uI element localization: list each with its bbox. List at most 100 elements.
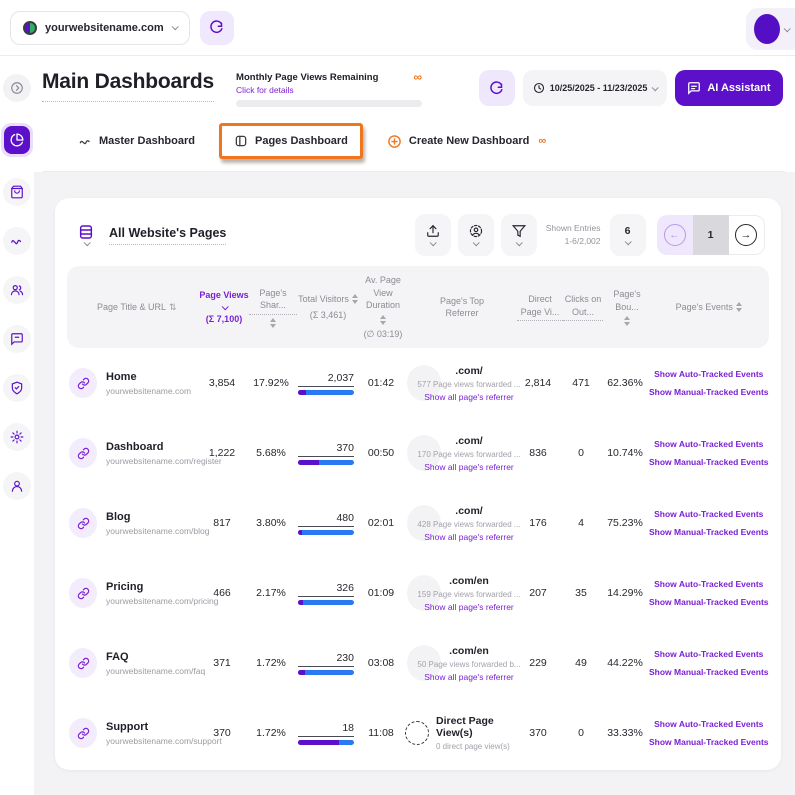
- ai-assistant-button[interactable]: AI Assistant: [675, 70, 783, 106]
- col-page-share[interactable]: Page's Shar...: [249, 287, 297, 328]
- quota-details-link[interactable]: Click for details: [236, 85, 422, 95]
- filter-button[interactable]: [500, 214, 537, 256]
- tab-create-new-dashboard[interactable]: Create New Dashboard ∞: [387, 134, 546, 149]
- export-button[interactable]: [414, 214, 451, 256]
- sidebar-item-settings[interactable]: [3, 423, 31, 451]
- show-manual-tracked-events-link[interactable]: Show Manual-Tracked Events: [649, 387, 769, 397]
- visit-website-button[interactable]: [199, 10, 234, 45]
- page-views-value: 371: [213, 657, 231, 670]
- show-auto-tracked-events-link[interactable]: Show Auto-Tracked Events: [654, 649, 763, 659]
- page-size-selector[interactable]: 6: [609, 214, 646, 256]
- swoosh-icon: [78, 134, 92, 148]
- total-visitors-cell: 370: [295, 442, 357, 465]
- show-manual-tracked-events-link[interactable]: Show Manual-Tracked Events: [649, 457, 769, 467]
- sidebar-item-dashboards[interactable]: [1, 123, 33, 157]
- sidebar-item-store[interactable]: [3, 178, 31, 206]
- visitors-bar: [298, 739, 354, 745]
- show-auto-tracked-events-link[interactable]: Show Auto-Tracked Events: [654, 719, 763, 729]
- show-auto-tracked-events-link[interactable]: Show Auto-Tracked Events: [654, 369, 763, 379]
- col-bounce[interactable]: Page's Bou...: [603, 288, 651, 327]
- show-auto-tracked-events-link[interactable]: Show Auto-Tracked Events: [654, 509, 763, 519]
- page-title: FAQ: [106, 650, 129, 663]
- visitors-bar: [298, 529, 354, 535]
- page-events-cell: Show Auto-Tracked Events Show Manual-Tra…: [649, 369, 769, 397]
- show-manual-tracked-events-link[interactable]: Show Manual-Tracked Events: [649, 667, 769, 677]
- col-outbound-clicks[interactable]: Clicks on Out...: [563, 293, 603, 322]
- next-page-button[interactable]: →: [728, 215, 765, 255]
- referrer-note: 577 Page views forwarded ...: [417, 379, 521, 389]
- shown-entries: Shown Entries 1-6/2,002: [546, 222, 601, 248]
- sort-columns-icon: ⇅: [169, 301, 176, 312]
- col-page-title[interactable]: Page Title & URL ⇅: [69, 301, 199, 314]
- refresh-button[interactable]: [478, 70, 515, 106]
- referrer-name: Direct Page View(s): [436, 715, 494, 740]
- referrer-name: .com/en: [449, 644, 489, 657]
- page-link-icon[interactable]: [69, 718, 97, 749]
- tab-label: Master Dashboard: [99, 135, 195, 147]
- col-avg-duration[interactable]: Av. Page View Duration (∅ 03:19): [359, 274, 407, 340]
- page-share-value: 1.72%: [256, 727, 286, 740]
- website-selector[interactable]: yourwebsitename.com: [10, 10, 190, 45]
- show-manual-tracked-events-link[interactable]: Show Manual-Tracked Events: [649, 527, 769, 537]
- account-menu[interactable]: [746, 8, 795, 50]
- visitors-bar: [298, 389, 354, 395]
- show-auto-tracked-events-link[interactable]: Show Auto-Tracked Events: [654, 439, 763, 449]
- audience-icon: [469, 224, 482, 238]
- tab-master-dashboard[interactable]: Master Dashboard: [78, 134, 195, 148]
- sidebar-item-traffic[interactable]: [3, 227, 31, 255]
- segments-button[interactable]: [457, 214, 494, 256]
- total-visitors-cell: 230: [295, 652, 357, 675]
- show-all-referrers-link[interactable]: Show all page's referrer: [417, 462, 520, 472]
- show-auto-tracked-events-link[interactable]: Show Auto-Tracked Events: [654, 579, 763, 589]
- show-all-referrers-link[interactable]: Show all page's referrer: [417, 532, 520, 542]
- bounce-rate-value: 62.36%: [607, 377, 643, 390]
- page-link-icon[interactable]: [69, 508, 97, 539]
- show-manual-tracked-events-link[interactable]: Show Manual-Tracked Events: [649, 597, 769, 607]
- col-direct-views[interactable]: Direct Page Vi...: [517, 293, 563, 322]
- table-row: Support yourwebsitename.com/support 370 …: [67, 698, 769, 768]
- total-visitors-cell: 18: [295, 722, 357, 745]
- sidebar-item-privacy[interactable]: [3, 374, 31, 402]
- page-link-icon[interactable]: [69, 648, 97, 679]
- main-content: Main Dashboards Monthly Page Views Remai…: [34, 56, 795, 795]
- table-type-selector[interactable]: [71, 224, 101, 247]
- collapse-sidebar-button[interactable]: [3, 74, 31, 102]
- page-url: yourwebsitename.com/faq: [106, 665, 206, 676]
- sidebar-item-account[interactable]: [3, 472, 31, 500]
- page-views-value: 3,854: [208, 377, 236, 390]
- show-all-referrers-link[interactable]: Show all page's referrer: [417, 602, 520, 612]
- date-range-picker[interactable]: 10/25/2025 - 11/23/2025: [522, 70, 668, 106]
- show-all-referrers-link[interactable]: Show all page's referrer: [417, 392, 520, 402]
- page-link-icon[interactable]: [69, 368, 97, 399]
- chevron-down-icon: [515, 239, 523, 247]
- tab-pages-dashboard[interactable]: Pages Dashboard: [218, 123, 363, 159]
- tab-label: Pages Dashboard: [254, 135, 348, 147]
- direct-views-value: 2,814: [524, 377, 552, 390]
- page-header: Main Dashboards Monthly Page Views Remai…: [34, 56, 795, 172]
- sidebar-item-feedback[interactable]: [3, 325, 31, 353]
- outbound-clicks-value: 0: [578, 447, 584, 460]
- sidebar-item-visitors[interactable]: [3, 276, 31, 304]
- avg-duration-value: 11:08: [368, 727, 394, 740]
- sort-icon: [624, 316, 630, 327]
- col-page-events[interactable]: Page's Events: [651, 301, 767, 314]
- col-total-visitors[interactable]: Total Visitors (Σ 3,461): [297, 293, 359, 321]
- shopping-bag-icon: [11, 185, 23, 199]
- table-row: FAQ yourwebsitename.com/faq 371 1.72% 23…: [67, 628, 769, 698]
- sort-icon: [735, 302, 742, 313]
- col-top-referrer[interactable]: Page's Top Referrer: [407, 295, 517, 320]
- show-all-referrers-link[interactable]: Show all page's referrer: [417, 672, 520, 682]
- referrer-name: .com/: [455, 434, 483, 447]
- user-icon: [11, 480, 23, 492]
- total-visitors-cell: 480: [295, 512, 357, 535]
- show-manual-tracked-events-link[interactable]: Show Manual-Tracked Events: [649, 737, 769, 747]
- total-visitors-cell: 2,037: [295, 372, 357, 395]
- prev-page-button[interactable]: ←: [656, 215, 693, 255]
- outbound-clicks-value: 35: [575, 587, 587, 600]
- bounce-rate-value: 44.22%: [607, 657, 643, 670]
- total-visitors-cell: 326: [295, 582, 357, 605]
- page-link-icon[interactable]: [69, 578, 97, 609]
- table-row: Blog yourwebsitename.com/blog 817 3.80% …: [67, 488, 769, 558]
- col-page-views[interactable]: Page Views (Σ 7,100): [199, 289, 249, 325]
- page-link-icon[interactable]: [69, 438, 97, 469]
